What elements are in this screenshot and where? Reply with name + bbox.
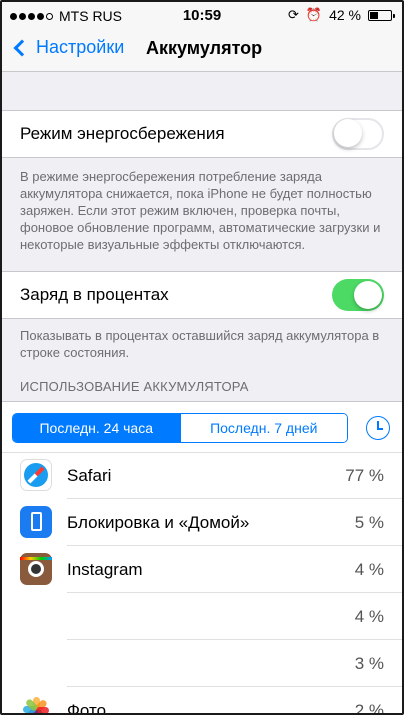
app-name: Фото	[67, 701, 107, 715]
app-name: Блокировка и «Домой»	[67, 513, 250, 532]
back-button-label: Настройки	[36, 37, 125, 57]
app-percent: 4 %	[354, 607, 384, 626]
app-percent: 3 %	[354, 654, 384, 673]
battery-percentage-label: Заряд в процентах	[20, 285, 169, 304]
low-power-toggle[interactable]	[332, 118, 384, 150]
status-bar: MTS RUS 10:59 ⟳ ⏰ 42 %	[2, 2, 402, 30]
back-button[interactable]: Настройки	[12, 37, 124, 58]
low-power-footer: В режиме энергосбережения потребление за…	[20, 169, 381, 252]
lock-home-icon	[20, 506, 52, 538]
list-item[interactable]: Фото 2 %	[2, 687, 402, 715]
usage-period-segmented-control: Последн. 24 часа Последн. 7 дней	[12, 413, 348, 443]
app-percent: 5 %	[354, 513, 384, 532]
low-power-label: Режим энергосбережения	[20, 124, 225, 143]
page-title: Аккумулятор	[146, 38, 263, 58]
app-name: Safari	[67, 466, 112, 485]
low-power-row: Режим энергосбережения	[2, 111, 402, 157]
phone-screen: MTS RUS 10:59 ⟳ ⏰ 42 % Настройки Аккумул…	[0, 0, 404, 715]
battery-percentage-toggle[interactable]	[332, 279, 384, 311]
battery-icon	[368, 9, 395, 21]
clock-icon[interactable]	[366, 416, 390, 440]
app-percent: 2 %	[354, 701, 384, 715]
battery-percent: 42 %	[329, 7, 361, 23]
tab-last-7-days[interactable]: Последн. 7 дней	[179, 414, 347, 442]
tab-last-24-hours[interactable]: Последн. 24 часа	[13, 414, 180, 442]
list-item[interactable]: Safari 77 %	[2, 452, 402, 499]
list-item[interactable]: 4 %	[2, 593, 402, 640]
navigation-bar: Настройки Аккумулятор	[2, 30, 402, 72]
list-item[interactable]: Блокировка и «Домой» 5 %	[2, 499, 402, 546]
list-item[interactable]: Instagram 4 %	[2, 546, 402, 593]
app-percent: 77 %	[345, 466, 384, 485]
app-percent: 4 %	[354, 560, 384, 579]
battery-percentage-footer: Показывать в процентах оставшийся заряд …	[20, 328, 380, 360]
safari-icon	[20, 459, 52, 491]
photos-icon	[20, 694, 52, 713]
list-item[interactable]: 3 %	[2, 640, 402, 687]
alarm-icon: ⏰	[305, 7, 323, 22]
battery-percentage-row: Заряд в процентах	[2, 272, 402, 318]
instagram-icon	[20, 553, 52, 585]
usage-section-header: ИСПОЛЬЗОВАНИЕ АККУМУЛЯТОРА	[20, 379, 249, 394]
chevron-left-icon	[13, 39, 31, 56]
orientation-lock-icon: ⟳	[287, 7, 299, 22]
app-name: Instagram	[67, 560, 143, 579]
